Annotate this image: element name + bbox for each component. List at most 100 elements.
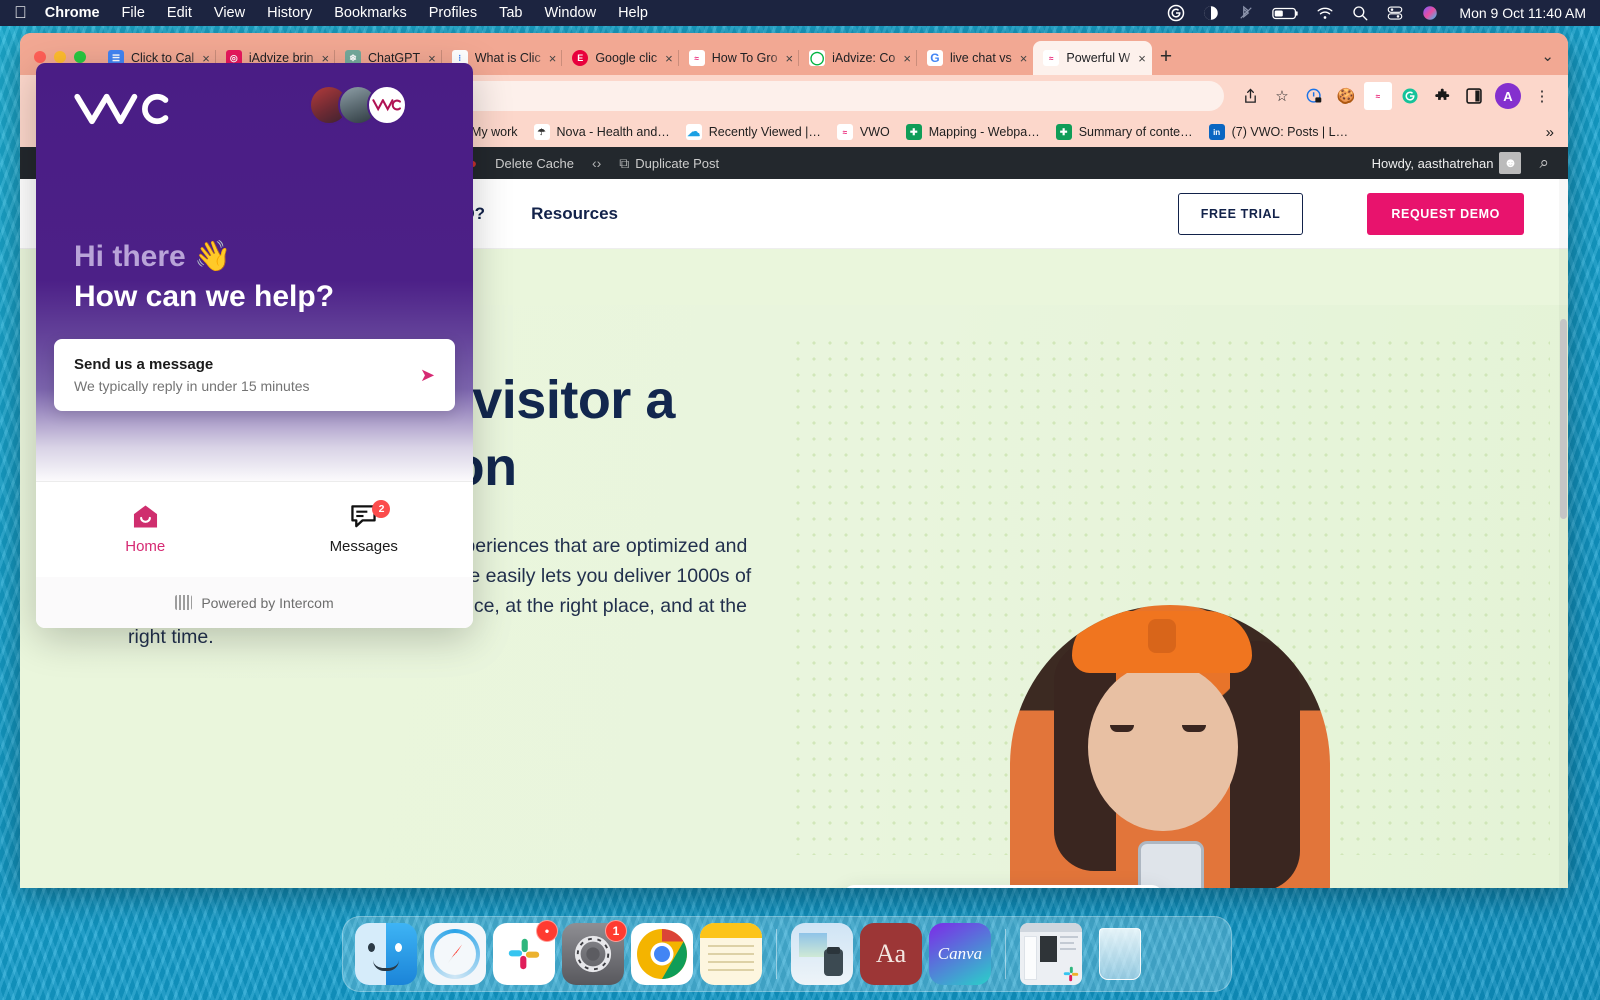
menu-chrome[interactable]: Chrome	[45, 5, 100, 21]
extensions-puzzle-icon[interactable]	[1428, 82, 1456, 110]
menu-profiles[interactable]: Profiles	[429, 5, 477, 21]
wp-howdy-label: Howdy, aasthatrehan	[1371, 155, 1494, 171]
preview-icon[interactable]	[791, 923, 853, 985]
wp-delete-cache[interactable]: Delete Cache	[486, 156, 583, 171]
tab-label: What is Clic	[474, 51, 541, 65]
screenshot-icon[interactable]	[1020, 923, 1082, 985]
agent-avatars	[309, 85, 407, 125]
vwo-extension-icon: ≈	[1364, 82, 1392, 110]
maximize-window-button[interactable]	[74, 51, 86, 63]
bookmark-star-icon[interactable]: ☆	[1268, 82, 1296, 110]
notes-icon[interactable]	[700, 923, 762, 985]
dark-reader-icon[interactable]	[1202, 4, 1220, 22]
menu-file[interactable]: File	[122, 5, 145, 21]
share-icon[interactable]	[1236, 82, 1264, 110]
greeting-line-2: How can we help?	[74, 280, 335, 313]
close-tab-button[interactable]: ×	[1138, 52, 1146, 65]
browser-tab-6[interactable]: ≈ How To Gro ×	[677, 41, 799, 75]
e-icon: E	[572, 50, 589, 66]
bookmark-label: My work	[470, 125, 518, 139]
close-tab-button[interactable]: ×	[1020, 52, 1028, 65]
bookmark-label: Summary of conte…	[1078, 125, 1193, 139]
sheets-icon: ✚	[905, 124, 922, 140]
free-trial-button[interactable]: FREE TRIAL	[1177, 192, 1304, 235]
safari-icon[interactable]	[424, 923, 486, 985]
shield-icon: ☂	[533, 124, 550, 140]
browser-tab-5[interactable]: E Google clic ×	[561, 41, 678, 75]
close-tab-button[interactable]: ×	[786, 52, 794, 65]
nav-resources[interactable]: Resources	[531, 204, 618, 224]
bookmark-label: VWO	[859, 125, 890, 139]
bookmarks-overflow-icon[interactable]: »	[1546, 124, 1558, 141]
bookmark-nova[interactable]: ☂ Nova - Health and…	[526, 121, 678, 143]
menu-help[interactable]: Help	[618, 5, 648, 21]
menu-view[interactable]: View	[214, 5, 245, 21]
dictionary-icon[interactable]: Aa	[860, 923, 922, 985]
bookmark-summary[interactable]: ✚ Summary of conte…	[1048, 121, 1201, 143]
apple-menu-icon[interactable]: 	[14, 4, 27, 21]
side-panel-icon[interactable]	[1460, 82, 1488, 110]
control-center-icon[interactable]	[1386, 4, 1404, 22]
close-tab-button[interactable]: ×	[549, 52, 557, 65]
tab-label: Google clic	[595, 51, 658, 65]
send-message-card[interactable]: Send us a message We typically reply in …	[54, 339, 455, 411]
browser-tab-7[interactable]: ◯ iAdvize: Co ×	[798, 41, 917, 75]
bookmark-mapping[interactable]: ✚ Mapping - Webpa…	[898, 121, 1048, 143]
profile-avatar[interactable]: A	[1495, 83, 1521, 109]
chrome-menu-icon[interactable]: ⋮	[1528, 82, 1556, 110]
menu-bookmarks[interactable]: Bookmarks	[334, 5, 407, 21]
vwo-icon: ≈	[1043, 50, 1060, 66]
bookmark-vwo[interactable]: ≈ VWO	[829, 121, 898, 143]
scrollbar-thumb[interactable]	[1560, 319, 1567, 519]
battery-icon[interactable]	[1272, 6, 1299, 21]
grammarly-extension-icon[interactable]	[1396, 82, 1424, 110]
menu-tab[interactable]: Tab	[499, 5, 522, 21]
grammarly-icon[interactable]	[1167, 4, 1185, 22]
finder-icon[interactable]	[355, 923, 417, 985]
powered-by-label: Powered by Intercom	[201, 594, 334, 611]
intercom-tab-home[interactable]: Home	[36, 482, 255, 577]
slack-badge: •	[536, 920, 558, 942]
request-demo-button[interactable]: REQUEST DEMO	[1367, 192, 1524, 235]
menu-bar-clock[interactable]: Mon 9 Oct 11:40 AM	[1459, 5, 1586, 21]
chrome-icon[interactable]	[631, 923, 693, 985]
google-icon: G	[926, 50, 943, 66]
close-tab-button[interactable]: ×	[665, 52, 673, 65]
bookmark-recently-viewed[interactable]: ☁ Recently Viewed |…	[678, 121, 829, 143]
privacy-badger-icon[interactable]	[1300, 82, 1328, 110]
page-scrollbar[interactable]	[1559, 179, 1568, 888]
menu-window[interactable]: Window	[545, 5, 597, 21]
wp-search-icon[interactable]: ⌕	[1530, 153, 1558, 173]
bookmark-linkedin[interactable]: in (7) VWO: Posts | L…	[1201, 121, 1356, 143]
intercom-logo-icon	[175, 595, 193, 610]
wp-code-icon[interactable]: ‹›	[583, 155, 610, 171]
intercom-tab-messages[interactable]: 2 Messages	[255, 482, 474, 577]
vwo-avatar	[367, 85, 407, 125]
close-window-button[interactable]	[34, 51, 46, 63]
bluetooth-off-icon[interactable]	[1237, 4, 1255, 22]
new-tab-button[interactable]: +	[1160, 46, 1172, 67]
menu-edit[interactable]: Edit	[167, 5, 192, 21]
wp-howdy[interactable]: Howdy, aasthatrehan ☻	[1363, 152, 1531, 174]
cookie-extension-icon[interactable]: 🍪	[1332, 82, 1360, 110]
spotlight-search-icon[interactable]	[1351, 4, 1369, 22]
wifi-icon[interactable]	[1316, 4, 1334, 22]
slack-icon[interactable]: •	[493, 920, 558, 985]
avatar: ☻	[1499, 152, 1522, 174]
messages-unread-badge: 2	[372, 500, 391, 518]
menu-history[interactable]: History	[267, 5, 312, 21]
intercom-chat-widget: Hi there 👋 How can we help? Send us a me…	[36, 63, 473, 628]
browser-tab-9-active[interactable]: ≈ Powerful W ×	[1033, 41, 1152, 75]
close-tab-button[interactable]: ×	[903, 52, 911, 65]
send-arrow-icon[interactable]: ➤	[420, 365, 435, 386]
wp-duplicate-post[interactable]: ⧉ Duplicate Post	[610, 155, 728, 172]
siri-icon[interactable]	[1421, 4, 1439, 22]
tab-search-icon[interactable]: ⌄	[1541, 47, 1554, 65]
browser-tab-8[interactable]: G live chat vs ×	[915, 41, 1033, 75]
trash-icon[interactable]	[1089, 923, 1151, 985]
canva-icon[interactable]: Canva	[929, 923, 991, 985]
minimize-window-button[interactable]	[54, 51, 66, 63]
system-settings-icon[interactable]: 1	[562, 920, 627, 985]
tab-label: How To Gro	[711, 51, 778, 65]
vwo-icon: ≈	[836, 124, 853, 140]
